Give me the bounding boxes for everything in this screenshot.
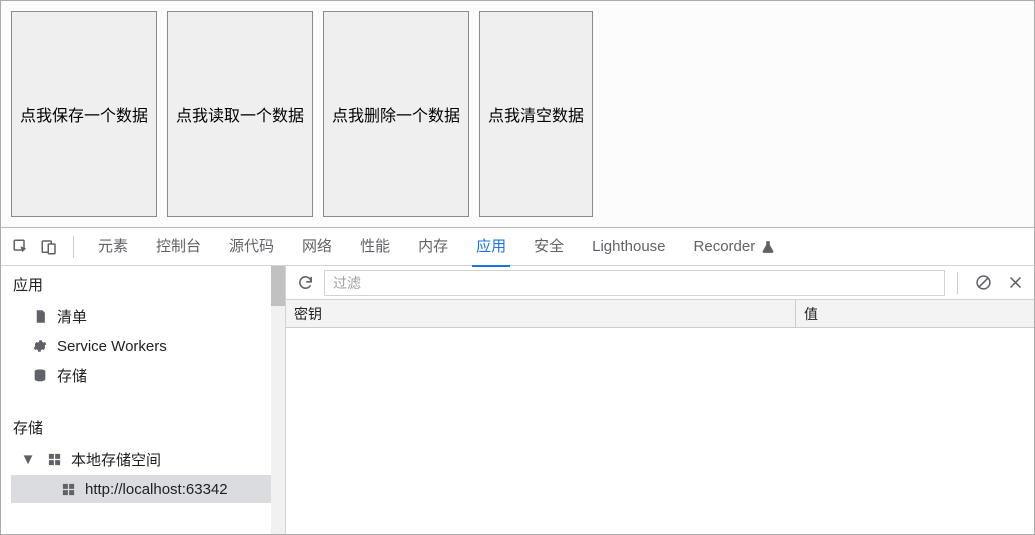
tab-performance[interactable]: 性能 (346, 228, 404, 266)
clear-all-button[interactable] (970, 270, 996, 296)
inspect-icon[interactable] (9, 235, 33, 259)
file-icon (31, 308, 49, 326)
ban-icon (975, 274, 992, 291)
tab-lighthouse[interactable]: Lighthouse (578, 228, 679, 266)
chevron-down-icon[interactable]: ▼ (21, 451, 35, 468)
devtools-body: 应用 清单 Service Workers 存储 存储 (1, 266, 1034, 534)
sidebar-item-label: 清单 (57, 306, 87, 327)
tab-sources[interactable]: 源代码 (215, 228, 288, 266)
page-content: 点我保存一个数据 点我读取一个数据 点我删除一个数据 点我清空数据 (1, 1, 1034, 228)
filter-input[interactable] (324, 270, 945, 296)
tab-memory[interactable]: 内存 (404, 228, 462, 266)
grid-icon (59, 480, 77, 498)
table-body[interactable] (286, 328, 1034, 534)
delete-selected-button[interactable] (1002, 270, 1028, 296)
tab-console[interactable]: 控制台 (142, 228, 215, 266)
sidebar-section-storage: 存储 (1, 409, 285, 444)
device-toggle-icon[interactable] (37, 235, 61, 259)
refresh-icon (297, 274, 314, 291)
delete-button[interactable]: 点我删除一个数据 (323, 11, 469, 217)
column-header-value[interactable]: 值 (796, 300, 1034, 327)
flask-icon (761, 240, 775, 254)
tree-item-label: http://localhost:63342 (85, 481, 228, 498)
sidebar-item-label: Service Workers (57, 338, 167, 355)
table-header-row: 密钥 值 (286, 300, 1034, 328)
storage-tree: ▼ 本地存储空间 http://localhost:63342 (1, 444, 285, 503)
devtools-panel: 元素 控制台 源代码 网络 性能 内存 应用 安全 Lighthouse Rec… (1, 228, 1034, 534)
storage-table: 密钥 值 (286, 300, 1034, 534)
grid-icon (45, 451, 63, 469)
tree-item-label: 本地存储空间 (71, 449, 161, 470)
scrollbar-thumb[interactable] (271, 266, 285, 306)
tab-recorder-label: Recorder (694, 228, 756, 266)
clear-button[interactable]: 点我清空数据 (479, 11, 593, 217)
sidebar-section-application: 应用 (1, 266, 285, 301)
save-button[interactable]: 点我保存一个数据 (11, 11, 157, 217)
database-icon (31, 367, 49, 385)
tab-elements[interactable]: 元素 (84, 228, 142, 266)
close-icon (1008, 275, 1023, 290)
divider (957, 272, 958, 294)
tab-security[interactable]: 安全 (520, 228, 578, 266)
read-button[interactable]: 点我读取一个数据 (167, 11, 313, 217)
sidebar-scrollbar[interactable] (271, 266, 285, 534)
tree-item-origin[interactable]: http://localhost:63342 (11, 475, 285, 503)
gear-icon (31, 337, 49, 355)
tab-application[interactable]: 应用 (462, 228, 520, 266)
sidebar-item-storage-overview[interactable]: 存储 (1, 360, 285, 391)
refresh-button[interactable] (292, 270, 318, 296)
tree-item-local-storage[interactable]: ▼ 本地存储空间 (11, 444, 285, 475)
devtools-tab-bar: 元素 控制台 源代码 网络 性能 内存 应用 安全 Lighthouse Rec… (1, 228, 1034, 266)
application-sidebar: 应用 清单 Service Workers 存储 存储 (1, 266, 286, 534)
storage-main: 密钥 值 (286, 266, 1034, 534)
tab-network[interactable]: 网络 (288, 228, 346, 266)
divider (73, 236, 74, 258)
column-header-key[interactable]: 密钥 (286, 300, 796, 327)
storage-toolbar (286, 266, 1034, 300)
sidebar-item-label: 存储 (57, 365, 87, 386)
sidebar-item-service-workers[interactable]: Service Workers (1, 332, 285, 360)
sidebar-item-manifest[interactable]: 清单 (1, 301, 285, 332)
tab-recorder[interactable]: Recorder (680, 228, 790, 266)
